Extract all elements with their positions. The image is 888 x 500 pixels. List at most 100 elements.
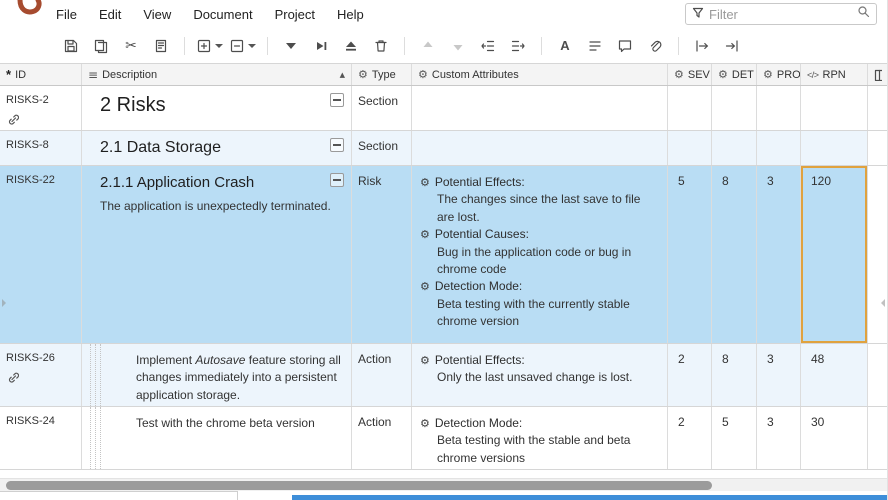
table-row[interactable]: RISKS-2 2 Risks Section bbox=[0, 86, 887, 131]
filter-input[interactable] bbox=[709, 6, 852, 22]
det-cell[interactable]: 5 bbox=[712, 407, 757, 469]
add-object-button[interactable] bbox=[196, 33, 223, 59]
move-up-button[interactable] bbox=[416, 33, 440, 59]
risk-description: The application is unexpectedly terminat… bbox=[100, 199, 331, 213]
collapse-button[interactable] bbox=[330, 173, 344, 187]
rpn-cell[interactable] bbox=[801, 86, 868, 130]
column-chooser-button[interactable] bbox=[868, 64, 887, 85]
id-cell[interactable]: RISKS-8 bbox=[0, 131, 82, 165]
column-header-rpn[interactable]: </> RPN bbox=[801, 64, 868, 85]
pane-splitter[interactable] bbox=[237, 491, 238, 500]
column-header-prob[interactable]: ⚙PROB bbox=[757, 64, 801, 85]
sev-cell[interactable]: 5 bbox=[668, 166, 712, 343]
left-pane-toggle[interactable] bbox=[0, 288, 8, 318]
cut-button[interactable]: ✂ bbox=[119, 33, 143, 59]
table-row-selected[interactable]: RISKS-22 2.1.1 Application Crash The app… bbox=[0, 166, 887, 344]
type-cell[interactable]: Section bbox=[352, 86, 412, 130]
link-icon[interactable] bbox=[6, 112, 75, 128]
go-to-end-button[interactable] bbox=[720, 33, 744, 59]
attribute: ⚙ Detection Mode: Beta testing with the s… bbox=[420, 415, 661, 467]
menu-document[interactable]: Document bbox=[193, 7, 252, 22]
det-cell[interactable]: 8 bbox=[712, 166, 757, 343]
rpn-cell[interactable]: 30 bbox=[801, 407, 868, 469]
description-cell[interactable]: 2 Risks bbox=[82, 86, 352, 130]
link-icon[interactable] bbox=[6, 370, 75, 386]
outdent-button[interactable] bbox=[476, 33, 500, 59]
type-cell[interactable]: Action bbox=[352, 344, 412, 406]
save-button[interactable] bbox=[59, 33, 83, 59]
description-cell[interactable]: 2.1.1 Application Crash The application … bbox=[82, 166, 352, 343]
column-header-id[interactable]: * ID bbox=[0, 64, 82, 85]
menu-file[interactable]: File bbox=[56, 7, 77, 22]
eject-button[interactable] bbox=[339, 33, 363, 59]
sev-cell[interactable] bbox=[668, 131, 712, 165]
custom-attributes-cell[interactable]: ⚙ Potential Effects: Only the last unsave… bbox=[412, 344, 668, 406]
description-cell[interactable]: Implement Autosave feature storing all c… bbox=[82, 344, 352, 406]
column-header-type[interactable]: ⚙ Type bbox=[352, 64, 412, 85]
rpn-cell[interactable]: 48 bbox=[801, 344, 868, 406]
table-row[interactable]: RISKS-8 2.1 Data Storage Section bbox=[0, 131, 887, 166]
indent-button[interactable] bbox=[506, 33, 530, 59]
menu-edit[interactable]: Edit bbox=[99, 7, 121, 22]
attachment-button[interactable] bbox=[643, 33, 667, 59]
menu-view[interactable]: View bbox=[143, 7, 171, 22]
det-cell[interactable] bbox=[712, 86, 757, 130]
copy-button[interactable] bbox=[89, 33, 113, 59]
expand-next-button[interactable] bbox=[309, 33, 333, 59]
det-cell[interactable]: 8 bbox=[712, 344, 757, 406]
paste-button[interactable] bbox=[149, 33, 173, 59]
attribute-label: Detection Mode: bbox=[434, 279, 523, 294]
id-cell[interactable]: RISKS-22 bbox=[0, 166, 82, 343]
paragraph-button[interactable] bbox=[583, 33, 607, 59]
id-cell[interactable]: RISKS-26 bbox=[0, 344, 82, 406]
letter-a-icon: A bbox=[560, 38, 570, 53]
type-cell[interactable]: Action bbox=[352, 407, 412, 469]
prob-cell[interactable] bbox=[757, 86, 801, 130]
collapse-button[interactable] bbox=[330, 93, 344, 107]
sev-cell[interactable] bbox=[668, 86, 712, 130]
bottom-pane-edge[interactable] bbox=[292, 495, 887, 500]
custom-attributes-cell[interactable]: ⚙ Detection Mode: Beta testing with the s… bbox=[412, 407, 668, 469]
table-row[interactable]: RISKS-26 Implement Autosave feature stor… bbox=[0, 344, 887, 407]
sev-cell[interactable]: 2 bbox=[668, 344, 712, 406]
prob-cell[interactable]: 3 bbox=[757, 344, 801, 406]
move-down-button[interactable] bbox=[446, 33, 470, 59]
column-header-description[interactable]: ≡ Description ▲ bbox=[82, 64, 352, 85]
go-to-start-button[interactable] bbox=[690, 33, 714, 59]
prob-cell[interactable]: 3 bbox=[757, 407, 801, 469]
text-format-button[interactable]: A bbox=[553, 33, 577, 59]
filter-box[interactable] bbox=[685, 3, 877, 25]
custom-attributes-cell[interactable]: ⚙ Potential Effects: The changes since th… bbox=[412, 166, 668, 343]
collapse-button[interactable] bbox=[330, 138, 344, 152]
table-row[interactable]: RISKS-24 Test with the chrome beta versi… bbox=[0, 407, 887, 470]
collapse-all-button[interactable] bbox=[279, 33, 303, 59]
description-cell[interactable]: Test with the chrome beta version bbox=[82, 407, 352, 469]
column-header-custom-attributes[interactable]: ⚙ Custom Attributes bbox=[412, 64, 668, 85]
risk-heading: 2.1.1 Application Crash bbox=[100, 174, 255, 191]
type-cell[interactable]: Section bbox=[352, 131, 412, 165]
column-header-det[interactable]: ⚙ DET bbox=[712, 64, 757, 85]
prob-cell[interactable]: 3 bbox=[757, 166, 801, 343]
rpn-cell[interactable] bbox=[801, 131, 868, 165]
comment-button[interactable] bbox=[613, 33, 637, 59]
description-cell[interactable]: 2.1 Data Storage bbox=[82, 131, 352, 165]
scrollbar-thumb[interactable] bbox=[6, 481, 712, 490]
remove-object-button[interactable] bbox=[229, 33, 256, 59]
rpn-cell-focused[interactable]: 120 bbox=[801, 166, 868, 343]
type-cell[interactable]: Risk bbox=[352, 166, 412, 343]
det-cell[interactable] bbox=[712, 131, 757, 165]
horizontal-scrollbar[interactable] bbox=[0, 478, 887, 491]
custom-attributes-cell[interactable] bbox=[412, 86, 668, 130]
sev-cell[interactable]: 2 bbox=[668, 407, 712, 469]
column-header-sev[interactable]: ⚙ SEV bbox=[668, 64, 712, 85]
type-value: Section bbox=[358, 94, 399, 108]
custom-attributes-cell[interactable] bbox=[412, 131, 668, 165]
menu-project[interactable]: Project bbox=[275, 7, 315, 22]
section-heading: 2 Risks bbox=[100, 94, 166, 116]
id-cell[interactable]: RISKS-2 bbox=[0, 86, 82, 130]
right-pane-toggle[interactable] bbox=[879, 288, 887, 318]
delete-button[interactable] bbox=[369, 33, 393, 59]
menu-help[interactable]: Help bbox=[337, 7, 364, 22]
prob-cell[interactable] bbox=[757, 131, 801, 165]
id-cell[interactable]: RISKS-24 bbox=[0, 407, 82, 469]
